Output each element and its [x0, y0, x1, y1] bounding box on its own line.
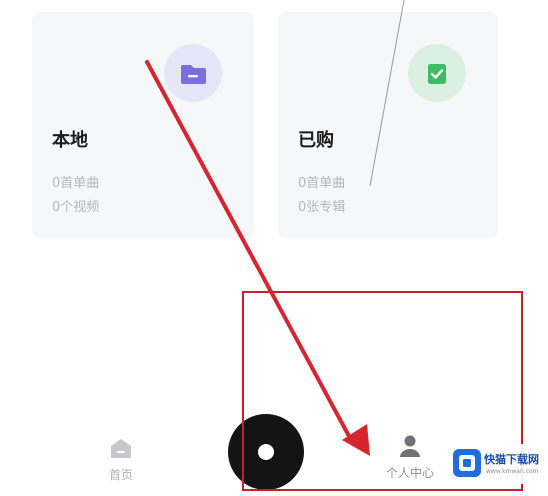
watermark-logo-icon: [453, 449, 481, 477]
annotation-arrow: [145, 60, 370, 456]
watermark-name: 快猫下载网: [484, 453, 539, 466]
site-watermark: 快猫下载网 www.kmwan.com: [448, 444, 544, 484]
watermark-url: www.kmwan.com: [486, 468, 539, 475]
